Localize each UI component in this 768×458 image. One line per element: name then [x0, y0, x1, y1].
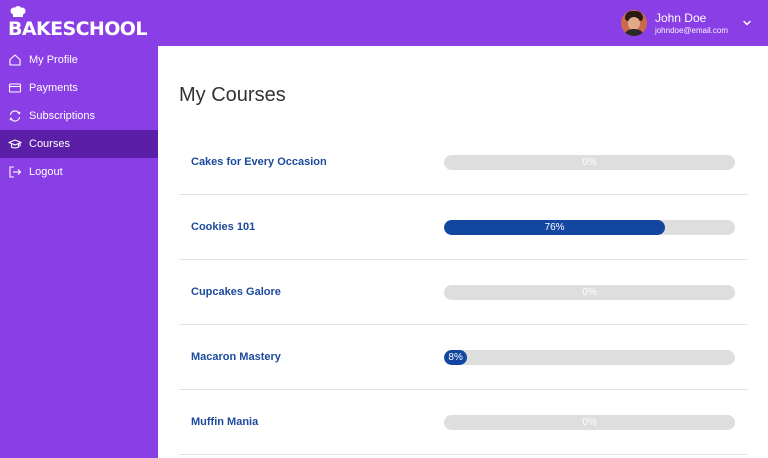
list-item: Cupcakes Galore 0% [179, 260, 748, 325]
progress-bar: 8% [444, 350, 735, 365]
course-link[interactable]: Muffin Mania [191, 416, 258, 428]
progress-label: 0% [582, 417, 597, 428]
progress-bar: 0% [444, 415, 735, 430]
brand-logo[interactable]: BAKESCHOOL [8, 6, 147, 40]
sidebar: My Profile Payments Subscriptions Course… [0, 46, 158, 458]
main-content: My Courses Cakes for Every Occasion 0% C… [158, 46, 768, 458]
progress-label: 8% [448, 352, 463, 363]
brand-name: BAKESCHOOL [8, 18, 147, 40]
list-item: Muffin Mania 0% [179, 390, 748, 455]
chef-hat-icon [10, 6, 26, 17]
user-email: johndoe@email.com [654, 25, 728, 35]
progress-bar: 76% [444, 220, 735, 235]
top-bar: BAKESCHOOL John Doe johndoe@email.com [0, 0, 768, 46]
course-link[interactable]: Macaron Mastery [191, 351, 281, 363]
list-item: Macaron Mastery 8% [179, 325, 748, 390]
list-item: Cakes for Every Occasion 0% [179, 130, 748, 195]
progress-bar: 0% [444, 155, 735, 170]
chevron-down-icon[interactable] [742, 18, 752, 28]
credit-card-icon [8, 83, 22, 93]
sidebar-item-my-profile[interactable]: My Profile [0, 46, 158, 74]
logout-icon [9, 166, 22, 178]
sidebar-item-label: Logout [29, 166, 63, 178]
user-menu[interactable]: John Doe johndoe@email.com [620, 8, 752, 38]
sidebar-item-courses[interactable]: Courses [0, 130, 158, 158]
course-link[interactable]: Cupcakes Galore [191, 286, 281, 298]
sidebar-item-label: My Profile [29, 54, 78, 66]
course-list: Cakes for Every Occasion 0% Cookies 101 … [179, 130, 748, 455]
sidebar-item-logout[interactable]: Logout [0, 158, 158, 186]
progress-bar: 0% [444, 285, 735, 300]
graduation-cap-icon [8, 139, 22, 149]
home-icon [9, 54, 21, 66]
user-info: John Doe johndoe@email.com [655, 11, 728, 36]
page-title: My Courses [179, 84, 286, 106]
sidebar-item-label: Courses [29, 138, 70, 150]
sidebar-item-label: Payments [29, 82, 78, 94]
refresh-icon [9, 110, 21, 122]
sidebar-item-payments[interactable]: Payments [0, 74, 158, 102]
list-item: Cookies 101 76% [179, 195, 748, 260]
sidebar-item-subscriptions[interactable]: Subscriptions [0, 102, 158, 130]
progress-label: 0% [582, 157, 597, 168]
progress-label: 76% [544, 222, 565, 233]
avatar[interactable] [620, 10, 647, 36]
sidebar-item-label: Subscriptions [29, 110, 96, 122]
course-link[interactable]: Cookies 101 [191, 221, 255, 233]
progress-label: 0% [582, 287, 597, 298]
course-link[interactable]: Cakes for Every Occasion [191, 156, 327, 168]
user-name: John Doe [654, 10, 707, 25]
